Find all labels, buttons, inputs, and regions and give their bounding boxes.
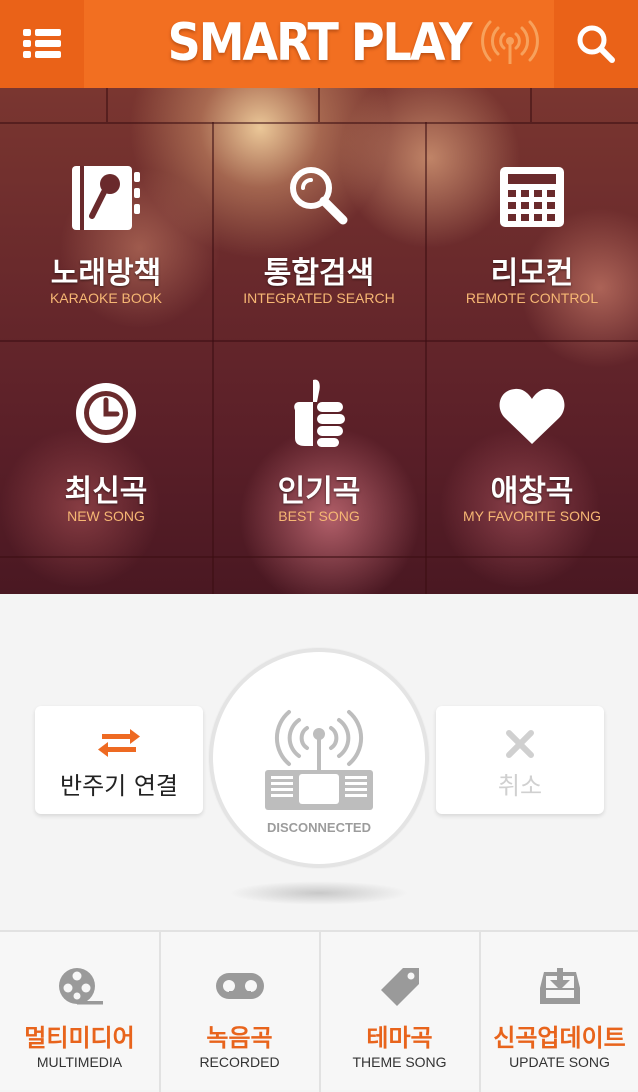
circle-shadow [229,881,409,905]
tile-subtitle: BEST SONG [278,508,360,524]
bottom-nav: 멀티미디어 MULTIMEDIA 녹음곡 RECORDED 테마곡 THEME … [0,930,638,1092]
nav-label: 테마곡 [366,1024,433,1052]
clock-icon [76,383,136,443]
tile-subtitle: NEW SONG [67,508,145,524]
nav-sublabel: UPDATE SONG [509,1054,610,1070]
nav-label: 신곡업데이트 [493,1024,626,1052]
nav-item-multimedia[interactable]: 멀티미디어 MULTIMEDIA [0,932,159,1092]
download-tray-icon [539,968,580,1004]
nav-item-theme-song[interactable]: 테마곡 THEME SONG [319,932,478,1092]
tile-title: 통합검색 [263,256,375,291]
grid-divider [318,88,320,122]
nav-sublabel: MULTIMEDIA [36,1054,123,1070]
menu-tile-karaoke-book[interactable]: 노래방책 KARAOKE BOOK [0,124,212,338]
cassette-tape-icon [215,973,264,999]
menu-tile-integrated-search[interactable]: 통합검색 INTEGRATED SEARCH [213,124,425,338]
menu-tile-remote-control[interactable]: 리모컨 REMOTE CONTROL [426,124,638,338]
karaoke-machine-signal-icon [265,710,373,810]
tile-title: 노래방책 [50,256,162,291]
connection-panel: 반주기 연결 DISCONNECTED 취소 [0,594,638,930]
connection-status-circle[interactable]: DISCONNECTED [209,648,429,868]
heart-icon [499,388,565,444]
nav-sublabel: THEME SONG [352,1054,447,1070]
search-icon [577,25,615,63]
tile-title: 애창곡 [490,474,574,509]
menu-button[interactable] [0,0,84,88]
cancel-button[interactable]: 취소 [436,706,604,814]
close-icon [506,730,534,758]
tile-title: 최신곡 [64,474,148,509]
thumbs-up-icon [294,379,345,447]
tag-icon [380,968,419,1006]
search-button[interactable] [554,0,638,88]
nav-label: 녹음곡 [206,1024,273,1052]
app-title: SMART PLAY [167,11,473,73]
nav-sublabel: RECORDED [199,1054,280,1070]
connect-label: 반주기 연결 [59,772,179,800]
film-reel-icon [58,968,103,1005]
menu-tile-new-song[interactable]: 최신곡 NEW SONG [0,342,212,556]
connect-button[interactable]: 반주기 연결 [35,706,203,814]
tile-title: 인기곡 [277,474,361,509]
tile-subtitle: REMOTE CONTROL [465,290,599,306]
menu-tile-my-favorite-song[interactable]: 애창곡 MY FAVORITE SONG [426,342,638,556]
list-menu-icon [23,29,61,58]
main-menu-grid: 노래방책 KARAOKE BOOK 통합검색 INTEGRATED SEARCH [0,88,638,594]
grid-divider [530,88,532,122]
app-header: SMART PLAY [0,0,638,88]
wireless-signal-icon [481,20,539,64]
microphone-book-icon [72,166,140,230]
grid-divider [106,88,108,122]
nav-item-recorded[interactable]: 녹음곡 RECORDED [159,932,318,1092]
tile-subtitle: MY FAVORITE SONG [463,508,601,524]
grid-divider [0,556,638,558]
cancel-label: 취소 [497,772,543,800]
menu-tile-best-song[interactable]: 인기곡 BEST SONG [213,342,425,556]
tile-title: 리모컨 [490,256,574,291]
remote-keypad-icon [500,167,564,227]
magnifier-icon [290,167,348,225]
tile-subtitle: KARAOKE BOOK [49,290,163,306]
swap-arrows-icon [98,729,140,757]
connection-status-text: DISCONNECTED [266,820,371,835]
tile-subtitle: INTEGRATED SEARCH [243,290,395,306]
nav-item-update-song[interactable]: 신곡업데이트 UPDATE SONG [479,932,638,1092]
nav-label: 멀티미디어 [24,1024,135,1052]
